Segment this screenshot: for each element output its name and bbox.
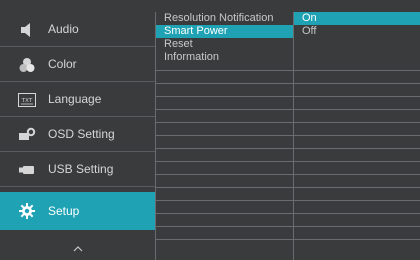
row-divider: [294, 239, 420, 240]
row-divider: [156, 239, 293, 240]
row-divider: [294, 122, 420, 123]
chevron-up-icon: [72, 240, 84, 258]
menu-item-label: Language: [48, 92, 102, 106]
menu-item-label: OSD Setting: [48, 127, 115, 141]
row-divider: [294, 70, 420, 71]
row-divider: [156, 187, 293, 188]
menu-item-label: Color: [48, 57, 77, 71]
scroll-up-button[interactable]: [0, 240, 155, 260]
text-icon-label: TXT: [21, 98, 33, 104]
row-divider: [294, 96, 420, 97]
menu-item-setup[interactable]: Setup: [0, 192, 155, 230]
menu-item-label: Audio: [48, 22, 79, 36]
osd-menu: Audio Color TXT Language OSD Setting USB…: [0, 0, 420, 260]
gear-icon: [18, 202, 36, 220]
row-divider: [294, 187, 420, 188]
row-divider: [294, 135, 420, 136]
menu-item-language[interactable]: TXT Language: [0, 82, 155, 117]
row-divider: [294, 83, 420, 84]
row-divider: [294, 174, 420, 175]
option-row[interactable]: Off: [294, 25, 420, 38]
submenu-row[interactable]: Resolution Notification: [156, 12, 293, 25]
text-icon: TXT: [18, 91, 36, 109]
row-divider: [294, 200, 420, 201]
row-divider: [156, 70, 293, 71]
menu-item-osd-setting[interactable]: OSD Setting: [0, 117, 155, 152]
row-divider: [294, 148, 420, 149]
menu-item-label: Setup: [48, 203, 80, 218]
submenu-row[interactable]: Information: [156, 51, 293, 64]
speaker-icon: [18, 21, 36, 39]
option-row: [294, 51, 420, 64]
row-divider: [156, 96, 293, 97]
row-divider: [156, 161, 293, 162]
submenu-row[interactable]: Smart Power: [156, 25, 293, 38]
row-divider: [294, 161, 420, 162]
row-divider: [156, 226, 293, 227]
menu-item-audio[interactable]: Audio: [0, 12, 155, 47]
option-row: [294, 38, 420, 51]
row-divider: [156, 83, 293, 84]
menu-item-label: USB Setting: [48, 162, 114, 176]
color-drops-icon: [18, 56, 36, 74]
submenu-row[interactable]: Reset: [156, 38, 293, 51]
main-menu: Audio Color TXT Language OSD Setting USB…: [0, 12, 155, 260]
row-divider: [156, 174, 293, 175]
osd-gear-icon: [18, 126, 36, 144]
row-divider: [294, 226, 420, 227]
row-divider: [156, 135, 293, 136]
menu-item-usb-setting[interactable]: USB Setting: [0, 152, 155, 187]
menu-item-color[interactable]: Color: [0, 47, 155, 82]
row-divider: [294, 213, 420, 214]
option-row[interactable]: On: [294, 12, 420, 25]
row-divider: [156, 148, 293, 149]
row-divider: [156, 122, 293, 123]
row-divider: [156, 213, 293, 214]
usb-plug-icon: [18, 161, 36, 179]
row-divider: [294, 109, 420, 110]
row-divider: [156, 200, 293, 201]
row-divider: [156, 109, 293, 110]
